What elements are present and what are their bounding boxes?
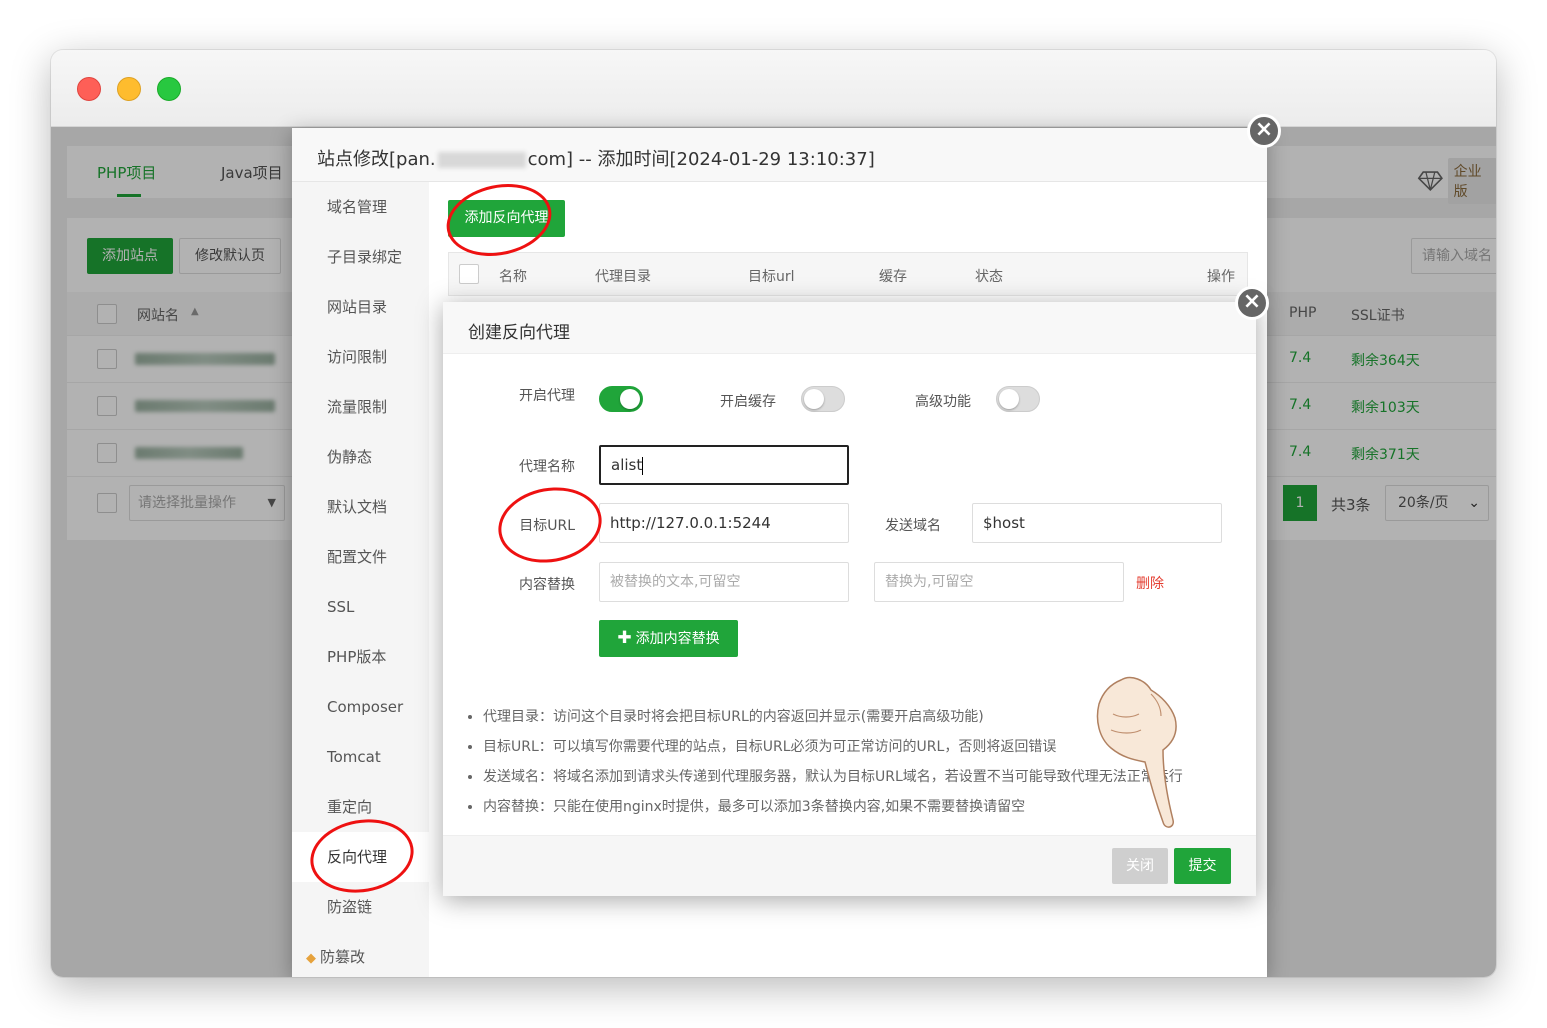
window-close-button[interactable] <box>77 77 101 101</box>
menu-item-traffic-limit[interactable]: 流量限制 <box>292 382 429 432</box>
menu-item-reverse-proxy[interactable]: 反向代理 <box>292 832 429 882</box>
send-domain-label: 发送域名 <box>885 518 941 534</box>
site-title-suffix: com] -- 添加时间[2024-01-29 13:10:37] <box>527 149 875 170</box>
target-url-label: 目标URL <box>519 518 575 534</box>
advanced-toggle[interactable] <box>996 386 1040 412</box>
dialog-footer: 关闭 提交 <box>443 835 1256 896</box>
content-replace-label: 内容替换 <box>519 577 575 593</box>
menu-item-access-limit[interactable]: 访问限制 <box>292 332 429 382</box>
enable-cache-label: 开启缓存 <box>720 394 776 410</box>
col-target-url: 目标url <box>748 269 795 285</box>
advanced-label: 高级功能 <box>915 394 971 410</box>
site-settings-menu: 域名管理 子目录绑定 网站目录 访问限制 流量限制 伪静态 默认文档 配置文件 … <box>292 182 429 977</box>
menu-item-tamper-label: 防篡改 <box>320 948 366 966</box>
add-content-replace-button[interactable]: ✚ 添加内容替换 <box>599 620 738 657</box>
menu-item-ssl[interactable]: SSL <box>292 582 429 632</box>
diamond-icon: ◆ <box>306 951 316 966</box>
enable-cache-toggle[interactable] <box>801 386 845 412</box>
proxy-name-value: alist <box>611 456 643 474</box>
menu-item-default-doc[interactable]: 默认文档 <box>292 482 429 532</box>
submit-button[interactable]: 提交 <box>1174 848 1231 884</box>
add-content-replace-label: 添加内容替换 <box>635 631 720 647</box>
menu-item-subdir[interactable]: 子目录绑定 <box>292 232 429 282</box>
menu-item-php-version[interactable]: PHP版本 <box>292 632 429 682</box>
target-url-input[interactable]: http://127.0.0.1:5244 <box>599 503 849 543</box>
site-edit-title: 站点修改[pan. com] -- 添加时间[2024-01-29 13:10:3… <box>292 128 1267 182</box>
proxy-name-input[interactable]: alist <box>599 445 849 485</box>
enable-proxy-label: 开启代理 <box>519 388 575 404</box>
col-status: 状态 <box>975 269 1003 285</box>
proxy-dialog-close-button[interactable]: × <box>1235 286 1269 320</box>
proxy-select-all-checkbox[interactable] <box>459 264 479 284</box>
menu-item-config-file[interactable]: 配置文件 <box>292 532 429 582</box>
replace-from-input[interactable]: 被替换的文本,可留空 <box>599 562 849 602</box>
menu-item-site-dir[interactable]: 网站目录 <box>292 282 429 332</box>
redacted-domain <box>437 152 526 168</box>
col-actions: 操作 <box>1207 269 1235 285</box>
col-name: 名称 <box>499 269 527 285</box>
create-reverse-proxy-dialog: 创建反向代理 开启代理 开启缓存 高级功能 代理名称 alist 目标URL h… <box>443 302 1256 896</box>
plus-icon: ✚ <box>617 628 632 648</box>
close-button[interactable]: 关闭 <box>1112 848 1168 884</box>
menu-item-hotlink[interactable]: 防盗链 <box>292 882 429 932</box>
col-cache: 缓存 <box>879 269 907 285</box>
menu-item-composer[interactable]: Composer <box>292 682 429 732</box>
replace-to-input[interactable]: 替换为,可留空 <box>874 562 1124 602</box>
pointing-hand-icon <box>1096 676 1177 828</box>
proxy-table-header: 名称 代理目录 目标url 缓存 状态 操作 <box>448 252 1248 296</box>
proxy-name-label: 代理名称 <box>519 459 575 475</box>
window-minimize-button[interactable] <box>117 77 141 101</box>
enable-proxy-toggle[interactable] <box>599 386 643 412</box>
add-reverse-proxy-button[interactable]: 添加反向代理 <box>448 200 565 237</box>
delete-replace-link[interactable]: 删除 <box>1136 573 1164 593</box>
site-title-prefix: 站点修改[pan. <box>317 149 436 170</box>
menu-item-rewrite[interactable]: 伪静态 <box>292 432 429 482</box>
send-domain-input[interactable]: $host <box>972 503 1222 543</box>
menu-item-domain[interactable]: 域名管理 <box>292 182 429 232</box>
window-titlebar <box>51 50 1496 127</box>
window-maximize-button[interactable] <box>157 77 181 101</box>
menu-item-tomcat[interactable]: Tomcat <box>292 732 429 782</box>
site-dialog-close-button[interactable]: × <box>1247 114 1281 148</box>
dialog-title: 创建反向代理 <box>443 302 1256 354</box>
menu-item-tamper-proof[interactable]: ◆ 防篡改 <box>292 932 429 977</box>
menu-item-redirect[interactable]: 重定向 <box>292 782 429 832</box>
col-proxy-dir: 代理目录 <box>595 269 651 285</box>
